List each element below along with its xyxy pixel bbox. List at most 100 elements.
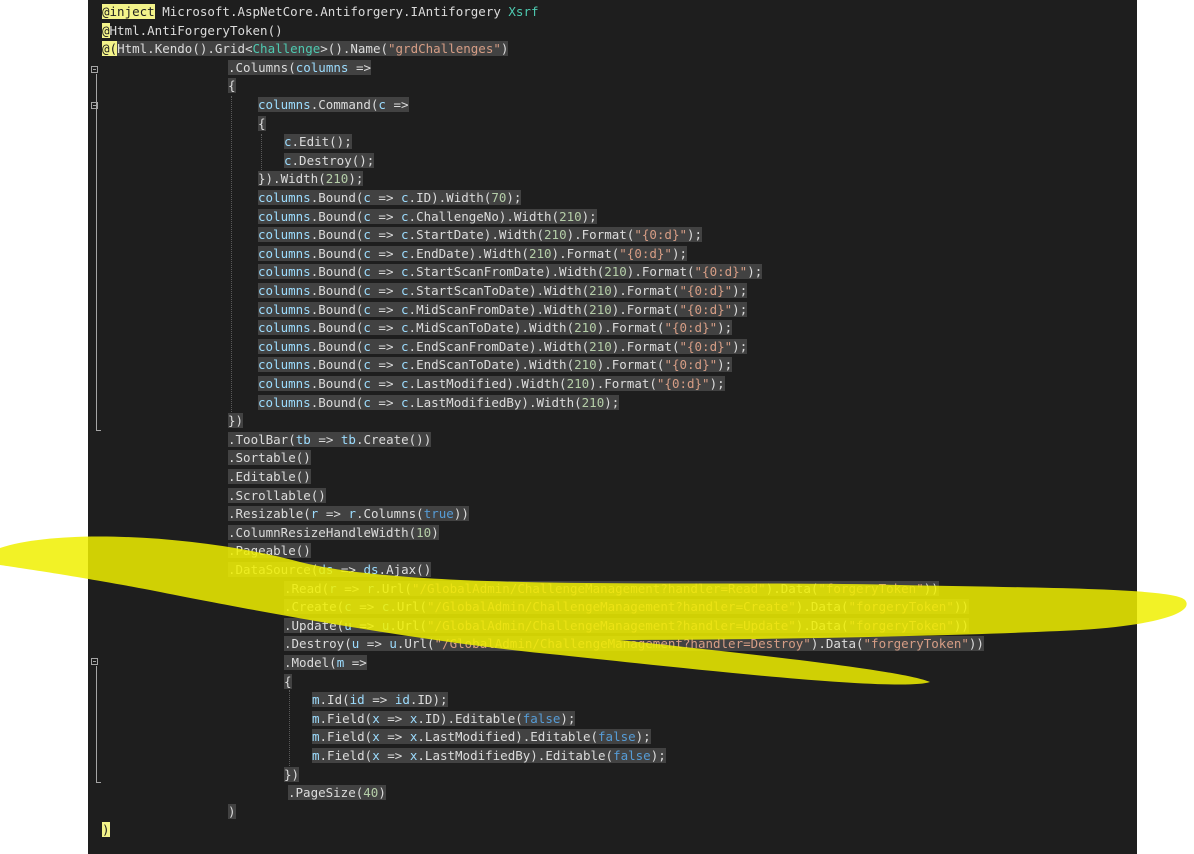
code-line[interactable]: columns.Bound(c => c.MidScanToDate).Widt… [258,319,733,337]
code-token: }) [228,413,244,429]
code-token: => [370,357,402,373]
selected-text: .Columns(columns => [228,59,371,75]
code-line[interactable]: }).Width(210); [258,170,364,188]
selected-text: columns.Bound(c => c.ID).Width(70); [258,190,522,205]
code-token: .Destroy(); [291,152,375,168]
code-line[interactable]: columns.Bound(c => c.StartDate).Width(21… [258,226,703,244]
code-line[interactable]: columns.Bound(c => c.ChallengeNo).Width(… [258,208,597,226]
code-token: ds [363,562,379,577]
code-token: )) [923,580,939,596]
code-line[interactable]: ) [102,821,110,839]
code-line[interactable]: .DataSource(ds => ds.Ajax() [228,561,432,579]
code-token: ); [732,301,748,317]
code-token: Xsrf [508,4,539,19]
code-token: columns [258,357,311,373]
code-line[interactable]: { [228,77,236,95]
code-line[interactable]: .Editable() [228,468,311,486]
code-token: .Bound( [310,283,364,298]
code-line[interactable]: @Html.AntiForgeryToken() [102,22,283,40]
code-line[interactable]: columns.Bound(c => c.LastModified).Width… [258,375,725,393]
code-token: => [370,283,402,298]
code-token: "{0:d}" [679,283,733,298]
code-token: )) [953,599,969,615]
selected-text: m.Field(x => x.LastModified).Editable(fa… [312,729,651,745]
code-token: ).Format( [589,376,657,391]
code-token: true [423,506,454,522]
code-token: "forgeryToken" [848,617,954,633]
code-line[interactable]: m.Field(x => x.LastModifiedBy).Editable(… [312,747,666,765]
code-token: .Read( [284,580,330,596]
code-token: 210 [604,264,627,280]
code-token: .Field( [319,748,373,763]
code-line[interactable]: columns.Bound(c => c.StartScanFromDate).… [258,263,763,281]
code-token: => [351,617,382,633]
code-line[interactable]: .Update(u => u.Url("/GlobalAdmin/Challen… [284,617,969,635]
code-line[interactable]: columns.Bound(c => c.MidScanFromDate).Wi… [258,301,748,319]
code-token: .ChallengeNo).Width( [408,208,560,224]
selected-text: .PageSize(40) [288,785,386,801]
code-line[interactable]: .Read(r => r.Url("/GlobalAdmin/Challenge… [284,580,939,598]
code-token: .Url( [389,617,428,633]
collapse-columns-icon[interactable] [91,66,98,73]
collapse-model-icon[interactable] [91,658,98,665]
code-line[interactable]: .Sortable() [228,449,311,467]
code-line[interactable]: .PageSize(40) [288,784,386,802]
code-line[interactable]: m.Id(id => id.ID); [312,691,448,709]
code-line[interactable]: columns.Bound(c => c.ID).Width(70); [258,189,522,207]
code-token: => [370,264,402,280]
code-line[interactable]: .Destroy(u => u.Url("/GlobalAdmin/Challe… [284,635,984,653]
selected-text: .Destroy(u => u.Url("/GlobalAdmin/Challe… [284,636,984,652]
code-line[interactable]: columns.Bound(c => c.StartScanToDate).Wi… [258,282,748,300]
code-token: .Sortable() [228,450,311,466]
code-line[interactable]: m.Field(x => x.LastModified).Editable(fa… [312,728,651,746]
code-token: ).Data( [810,636,864,652]
code-token: .Ajax() [378,562,432,577]
code-line[interactable]: @inject Microsoft.AspNetCore.Antiforgery… [102,3,539,21]
code-token: r [348,506,356,522]
code-line[interactable]: @(Html.Kendo().Grid<Challenge>().Name("g… [102,40,509,58]
code-line[interactable]: .ColumnResizeHandleWidth(10) [228,524,439,542]
code-token: ).Format( [596,320,665,336]
code-line[interactable]: m.Field(x => x.ID).Editable(false); [312,710,576,728]
code-token: ) [102,822,110,838]
code-token: c [401,338,409,354]
code-token: columns [258,245,311,261]
code-line[interactable]: columns.Bound(c => c.EndDate).Width(210)… [258,245,688,263]
code-token: m [312,729,320,745]
code-token: c [284,134,292,150]
code-token: "grdChallenges" [388,41,501,57]
code-token: .Model( [284,655,337,670]
code-line[interactable]: columns.Bound(c => c.EndScanFromDate).Wi… [258,338,748,356]
code-token: .Columns( [355,506,424,522]
code-line[interactable]: }) [228,412,244,430]
code-line[interactable]: c.Destroy(); [284,152,375,170]
code-line[interactable]: }) [284,766,300,784]
code-line[interactable]: .ToolBar(tb => tb.Create()) [228,431,432,449]
code-token: columns [258,208,311,224]
code-line[interactable]: .Pageable() [228,542,311,560]
code-line[interactable]: .Resizable(r => r.Columns(true)) [228,505,469,523]
code-line[interactable]: .Create(c => c.Url("/GlobalAdmin/Challen… [284,598,969,616]
code-editor[interactable]: @inject Microsoft.AspNetCore.Antiforgery… [88,0,1137,854]
code-token: 210 [589,301,612,317]
code-token: "/GlobalAdmin/ChallengeManagement?handle… [434,636,811,652]
collapse-command-icon[interactable] [91,102,98,109]
code-token: columns [258,394,311,410]
code-line[interactable]: { [258,115,266,133]
code-line[interactable]: c.Edit(); [284,133,352,151]
code-token: .MidScanToDate).Width( [408,320,575,336]
code-token: c [363,227,371,243]
code-line[interactable]: columns.Bound(c => c.LastModifiedBy).Wid… [258,394,620,412]
code-token: ).Format( [611,338,680,354]
code-line[interactable]: .Columns(columns => [228,59,371,77]
code-line[interactable]: .Model(m => [284,654,367,672]
code-token: x [372,729,380,745]
code-line[interactable]: ) [228,803,236,821]
code-token: .Field( [319,729,373,745]
code-line[interactable]: columns.Command(c => [258,96,409,114]
selected-text: columns.Bound(c => c.LastModifiedBy).Wid… [258,394,620,410]
code-line[interactable]: columns.Bound(c => c.EndScanToDate).Widt… [258,356,733,374]
code-line[interactable]: .Scrollable() [228,487,326,505]
code-line[interactable]: { [284,673,292,691]
code-token: .Bound( [310,394,364,410]
